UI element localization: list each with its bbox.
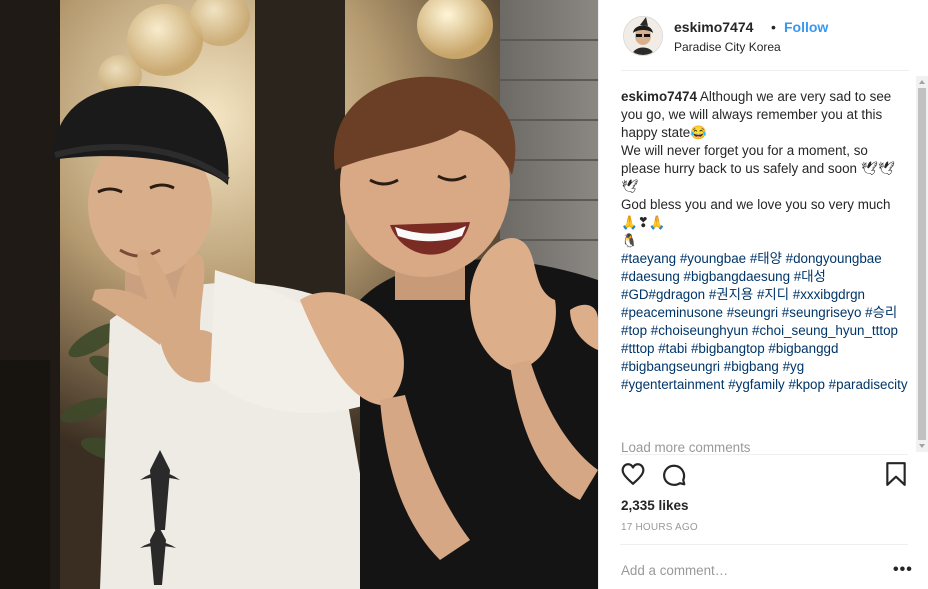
more-options-button[interactable]: •••: [893, 561, 913, 579]
bookmark-icon[interactable]: [885, 461, 907, 492]
heart-icon[interactable]: [620, 461, 646, 492]
divider: [620, 544, 908, 545]
caption-text-2: We will never forget you for a moment, s…: [621, 143, 895, 194]
load-more-comments-button[interactable]: Load more comments: [621, 440, 751, 455]
action-bar: [620, 461, 910, 489]
caption-author[interactable]: eskimo7474: [621, 89, 697, 104]
avatar[interactable]: [623, 16, 663, 56]
divider: [620, 454, 908, 455]
add-comment-input[interactable]: Add a comment…: [621, 563, 728, 578]
comment-icon[interactable]: [661, 461, 687, 492]
post-timestamp[interactable]: 17 HOURS AGO: [621, 522, 698, 533]
post-header: eskimo7474 • Follow Paradise City Korea: [621, 14, 909, 71]
post-photo[interactable]: [0, 0, 598, 589]
scrollbar-thumb[interactable]: [918, 88, 926, 440]
caption-text-4: 🐧: [621, 233, 638, 248]
follow-button[interactable]: Follow: [784, 19, 828, 35]
comments-scrollbar[interactable]: [916, 76, 928, 452]
location-link[interactable]: Paradise City Korea: [674, 40, 781, 54]
avatar-image: [624, 17, 662, 55]
caption-line-1: eskimo7474 Although we are very sad to s…: [621, 88, 911, 142]
username-link[interactable]: eskimo7474: [674, 19, 753, 35]
scroll-down-arrow-icon[interactable]: [919, 444, 925, 448]
caption-text-3: God bless you and we love you so very mu…: [621, 197, 891, 230]
scroll-up-arrow-icon[interactable]: [919, 80, 925, 84]
separator-dot: •: [771, 19, 776, 35]
post-image: [0, 0, 598, 589]
caption-block: eskimo7474 Although we are very sad to s…: [621, 88, 911, 450]
hashtags[interactable]: #taeyang #youngbae #태양 #dongyoungbae #da…: [621, 250, 911, 394]
likes-count[interactable]: 2,335 likes: [621, 498, 689, 513]
